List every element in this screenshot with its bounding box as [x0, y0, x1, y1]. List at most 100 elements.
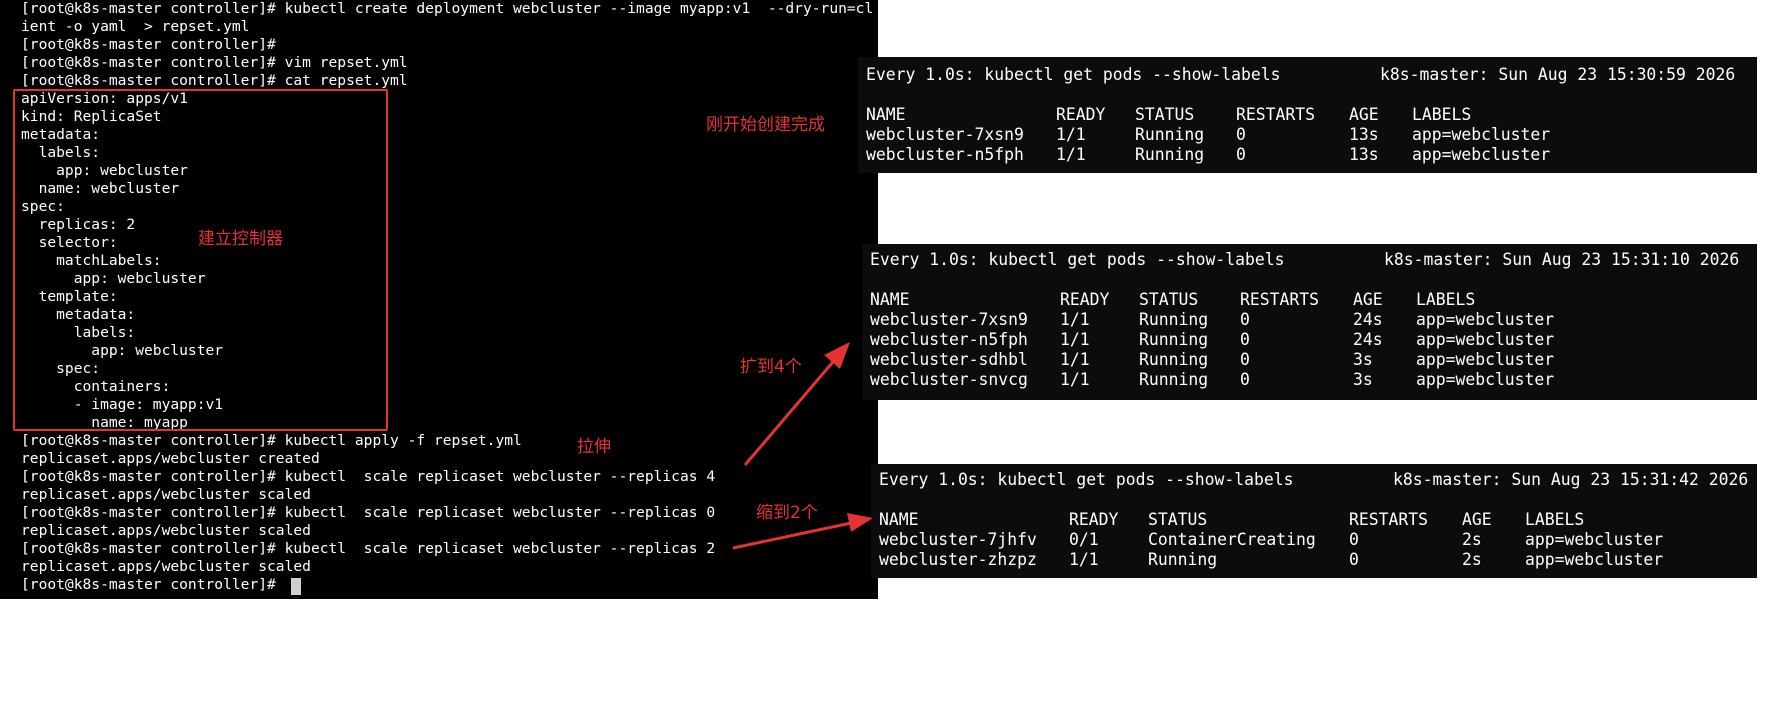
terminal-line: replicaset.apps/webcluster scaled — [21, 522, 311, 539]
pod-name: webcluster-7xsn9 — [870, 310, 1028, 329]
pod-restarts: 0 — [1240, 350, 1250, 369]
column-header: RESTARTS — [1236, 105, 1315, 124]
watch-header-host: k8s-master: Sun Aug 23 15:31:10 2026 — [1384, 250, 1740, 269]
pod-restarts: 0 — [1236, 145, 1246, 164]
watch-header-command: Every 1.0s: kubectl get pods --show-labe… — [866, 65, 1281, 84]
pod-age: 3s — [1353, 370, 1373, 389]
terminal-line: [root@k8s-master controller]# kubectl sc… — [21, 504, 716, 521]
column-header: STATUS — [1135, 105, 1195, 124]
pod-status: Running — [1139, 310, 1209, 329]
column-header: READY — [1069, 510, 1119, 529]
table-row: webcluster-zhzpz 1/1 Running 0 2s app=we… — [879, 550, 1663, 570]
terminal-line: replicaset.apps/webcluster scaled — [21, 486, 311, 503]
terminal-line: [root@k8s-master controller]# kubectl sc… — [21, 468, 716, 485]
pod-age: 3s — [1353, 350, 1373, 369]
pod-name: webcluster-zhzpz — [879, 550, 1037, 569]
pod-restarts: 0 — [1240, 330, 1250, 349]
column-header: READY — [1056, 105, 1106, 124]
watch-header: Every 1.0s: kubectl get pods --show-labe… — [879, 470, 1748, 490]
annotation-scale-up: 扩到4个 — [740, 357, 802, 377]
terminal-line: [root@k8s-master controller]# cat repset… — [21, 72, 408, 89]
watch-header-command: Every 1.0s: kubectl get pods --show-labe… — [879, 470, 1294, 489]
pod-ready: 1/1 — [1060, 370, 1090, 389]
table-header-row: NAME READY STATUS RESTARTS AGE LABELS — [879, 510, 1584, 530]
pod-age: 13s — [1349, 125, 1379, 144]
column-header: NAME — [866, 105, 906, 124]
column-header: STATUS — [1139, 290, 1199, 309]
column-header: STATUS — [1148, 510, 1208, 529]
pod-status: Running — [1139, 330, 1209, 349]
yaml-highlight-box — [13, 89, 388, 431]
pod-ready: 1/1 — [1056, 125, 1086, 144]
pod-labels: app=webcluster — [1416, 310, 1555, 329]
table-header-row: NAME READY STATUS RESTARTS AGE LABELS — [866, 105, 1471, 125]
pod-ready: 0/1 — [1069, 530, 1099, 549]
table-row: webcluster-snvcg 1/1 Running 0 3s app=we… — [870, 370, 1554, 390]
pod-status: Running — [1148, 550, 1218, 569]
pod-ready: 1/1 — [1069, 550, 1099, 569]
pod-ready: 1/1 — [1060, 350, 1090, 369]
pod-labels: app=webcluster — [1416, 370, 1555, 389]
table-row: webcluster-7jhfv 0/1 ContainerCreating 0… — [879, 530, 1663, 550]
column-header: AGE — [1462, 510, 1492, 529]
watch-panel-2: Every 1.0s: kubectl get pods --show-labe… — [862, 244, 1757, 400]
column-header: RESTARTS — [1240, 290, 1319, 309]
watch-header: Every 1.0s: kubectl get pods --show-labe… — [866, 65, 1735, 85]
column-header: LABELS — [1525, 510, 1585, 529]
pod-restarts: 0 — [1240, 370, 1250, 389]
pod-name: webcluster-7xsn9 — [866, 125, 1024, 144]
text-cursor — [291, 578, 301, 595]
table-row: webcluster-7xsn9 1/1 Running 0 13s app=w… — [866, 125, 1550, 145]
pod-ready: 1/1 — [1056, 145, 1086, 164]
column-header: AGE — [1349, 105, 1379, 124]
terminal-line: replicaset.apps/webcluster created — [21, 450, 320, 467]
pod-ready: 1/1 — [1060, 330, 1090, 349]
pod-name: webcluster-snvcg — [870, 370, 1028, 389]
terminal-line: [root@k8s-master controller]# kubectl ap… — [21, 432, 522, 449]
pod-labels: app=webcluster — [1412, 145, 1551, 164]
pod-name: webcluster-n5fph — [866, 145, 1024, 164]
pod-ready: 1/1 — [1060, 310, 1090, 329]
watch-header-command: Every 1.0s: kubectl get pods --show-labe… — [870, 250, 1285, 269]
pod-restarts: 0 — [1349, 530, 1359, 549]
terminal-line: [root@k8s-master controller]# — [21, 36, 276, 53]
pod-restarts: 0 — [1240, 310, 1250, 329]
watch-panel-1: Every 1.0s: kubectl get pods --show-labe… — [858, 57, 1757, 173]
terminal-line: [root@k8s-master controller]# vim repset… — [21, 54, 408, 71]
watch-header-host: k8s-master: Sun Aug 23 15:31:42 2026 — [1393, 470, 1749, 489]
pod-name: webcluster-n5fph — [870, 330, 1028, 349]
pod-age: 24s — [1353, 310, 1383, 329]
table-row: webcluster-7xsn9 1/1 Running 0 24s app=w… — [870, 310, 1554, 330]
pod-name: webcluster-sdhbl — [870, 350, 1028, 369]
terminal-line: [root@k8s-master controller]# kubectl cr… — [21, 0, 874, 17]
annotation-just-created: 刚开始创建完成 — [706, 115, 825, 135]
column-header: AGE — [1353, 290, 1383, 309]
pod-status: Running — [1139, 350, 1209, 369]
column-header: NAME — [879, 510, 919, 529]
annotation-create-controller: 建立控制器 — [198, 229, 283, 249]
column-header: LABELS — [1416, 290, 1476, 309]
pod-restarts: 0 — [1236, 125, 1246, 144]
table-header-row: NAME READY STATUS RESTARTS AGE LABELS — [870, 290, 1475, 310]
pod-labels: app=webcluster — [1525, 530, 1664, 549]
pod-restarts: 0 — [1349, 550, 1359, 569]
table-row: webcluster-n5fph 1/1 Running 0 24s app=w… — [870, 330, 1554, 350]
terminal-line: [root@k8s-master controller]# kubectl sc… — [21, 540, 716, 557]
annotation-stretch: 拉伸 — [577, 437, 611, 457]
pod-status: Running — [1139, 370, 1209, 389]
pod-labels: app=webcluster — [1416, 330, 1555, 349]
pod-labels: app=webcluster — [1416, 350, 1555, 369]
table-row: webcluster-sdhbl 1/1 Running 0 3s app=we… — [870, 350, 1554, 370]
table-row: webcluster-n5fph 1/1 Running 0 13s app=w… — [866, 145, 1550, 165]
pod-age: 2s — [1462, 550, 1482, 569]
pod-labels: app=webcluster — [1412, 125, 1551, 144]
column-header: NAME — [870, 290, 910, 309]
watch-panel-3: Every 1.0s: kubectl get pods --show-labe… — [871, 464, 1757, 578]
pod-name: webcluster-7jhfv — [879, 530, 1037, 549]
column-header: LABELS — [1412, 105, 1472, 124]
pod-status: ContainerCreating — [1148, 530, 1316, 549]
pod-age: 13s — [1349, 145, 1379, 164]
column-header: READY — [1060, 290, 1110, 309]
annotation-scale-down: 缩到2个 — [756, 503, 818, 523]
terminal-prompt[interactable]: [root@k8s-master controller]# — [21, 576, 285, 594]
